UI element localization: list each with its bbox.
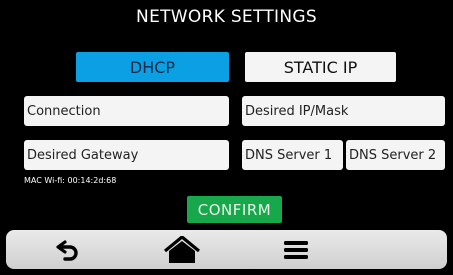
menu-button[interactable] — [276, 234, 316, 265]
confirm-button[interactable]: CONFIRM — [187, 196, 282, 223]
back-arrow-icon — [55, 238, 81, 262]
dns-server-1-field[interactable]: DNS Server 1 — [242, 140, 343, 170]
desired-ip-mask-field[interactable]: Desired IP/Mask — [242, 96, 445, 126]
connection-field[interactable]: Connection — [24, 96, 229, 126]
bottom-navbar — [6, 230, 447, 269]
menu-icon — [284, 239, 308, 261]
dns-server-1-label: DNS Server 1 — [245, 147, 333, 163]
dhcp-button[interactable]: DHCP — [76, 52, 229, 82]
home-icon — [164, 235, 200, 264]
static-ip-button[interactable]: STATIC IP — [245, 52, 396, 82]
page-title: NETWORK SETTINGS — [136, 7, 317, 27]
desired-ip-mask-label: Desired IP/Mask — [245, 103, 349, 119]
back-button[interactable] — [48, 234, 88, 265]
desired-gateway-label: Desired Gateway — [27, 147, 139, 163]
connection-field-label: Connection — [27, 103, 101, 119]
dns-server-2-field[interactable]: DNS Server 2 — [346, 140, 445, 170]
network-settings-screen: NETWORK SETTINGS DHCP STATIC IP Connecti… — [0, 0, 453, 275]
home-button[interactable] — [162, 234, 202, 265]
mac-address-text: MAC Wi-fi: 00:14:2d:68 — [24, 176, 117, 185]
dns-server-2-label: DNS Server 2 — [349, 147, 437, 163]
desired-gateway-field[interactable]: Desired Gateway — [24, 140, 229, 170]
